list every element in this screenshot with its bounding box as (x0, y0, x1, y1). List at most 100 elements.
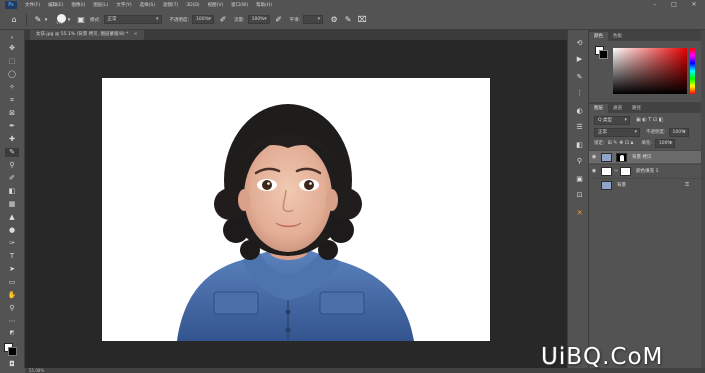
actions-panel-icon[interactable]: ▶ (574, 54, 585, 64)
airbrush-icon[interactable]: ✐ (274, 15, 284, 24)
symmetry-icon[interactable]: ⌧ (357, 15, 367, 24)
default-colors-icon[interactable]: ◩ (5, 329, 19, 338)
home-icon[interactable]: ⌂ (8, 15, 20, 24)
layer-filter-dropdown[interactable]: Q 类型 (594, 115, 630, 125)
tab-swatches[interactable]: 色板 (608, 32, 627, 41)
brushes-panel-icon[interactable]: ⋮ (574, 88, 585, 98)
document-tab[interactable]: 女孩.jpg @ 55.1% (背景 拷贝, 图层蒙版/8) * × (30, 30, 144, 40)
type-tool-icon[interactable]: T (5, 252, 19, 261)
pressure-opacity-icon[interactable]: ✐ (218, 15, 228, 24)
menu-file[interactable]: 文件(F) (21, 2, 44, 8)
canvas-area[interactable] (25, 40, 567, 368)
smoothing-label: 平滑: (289, 17, 301, 23)
layer-mask-thumbnail[interactable] (616, 152, 627, 162)
zoom-level[interactable]: 55.08% (29, 368, 44, 373)
mode-dropdown[interactable]: 正常 (103, 15, 162, 24)
tab-paths[interactable]: 路径 (627, 104, 646, 113)
zoom-tool-icon[interactable]: ⚲ (5, 304, 19, 313)
rectangle-tool-icon[interactable]: ▭ (5, 278, 19, 287)
layer-opacity-input[interactable]: 100% (668, 127, 689, 137)
link-icon[interactable]: ∞ (614, 168, 618, 174)
tab-layers[interactable]: 图层 (589, 104, 608, 113)
tab-color[interactable]: 颜色 (589, 32, 608, 41)
hand-tool-icon[interactable]: ✋ (5, 291, 19, 300)
menu-bar: Ps 文件(F) 编辑(E) 图像(I) 图层(L) 文字(Y) 选择(S) 滤… (0, 0, 705, 10)
adjustments-panel-icon[interactable]: ◐ (574, 106, 585, 116)
gear-icon[interactable]: ⚙ (329, 15, 339, 24)
eye-icon[interactable]: ◉ (589, 168, 599, 174)
clone-stamp-tool-icon[interactable]: ⚲ (5, 161, 19, 170)
layer-row[interactable]: 背景 ⚿ (589, 178, 705, 191)
menu-image[interactable]: 图像(I) (67, 2, 89, 8)
styles-panel-icon[interactable]: ◧ (574, 140, 585, 150)
filter-icons[interactable]: ▣ ◐ T ⊡ ◧ (636, 117, 663, 123)
eyedropper-tool-icon[interactable]: ✒ (5, 122, 19, 131)
blend-mode-dropdown[interactable]: 正常 (594, 127, 640, 137)
healing-brush-tool-icon[interactable]: ✚ (5, 135, 19, 144)
brush-tool-icon[interactable]: ✎ (5, 148, 19, 157)
menu-window[interactable]: 窗口(W) (227, 2, 252, 8)
menu-filter[interactable]: 滤镜(T) (159, 2, 182, 8)
document-canvas[interactable] (102, 78, 490, 341)
fill-input[interactable]: 100% (654, 138, 675, 148)
photoshop-logo: Ps (5, 1, 17, 9)
minimize-button[interactable]: – (646, 0, 664, 10)
panel-background-swatch[interactable] (599, 50, 608, 59)
marquee-tool-icon[interactable]: ⬚ (5, 57, 19, 66)
layer-mask-thumbnail[interactable] (620, 166, 632, 176)
brush-settings-icon[interactable]: ✎ (574, 72, 585, 82)
history-panel-icon[interactable]: ⟲ (574, 38, 585, 48)
menu-3d[interactable]: 3D(D) (182, 3, 203, 8)
chevron-down-icon[interactable]: ▾ (66, 16, 72, 24)
lasso-tool-icon[interactable]: ◯ (5, 70, 19, 79)
brush-tool-icon[interactable]: ✎ (33, 15, 43, 24)
maximize-button[interactable]: □ (665, 0, 683, 10)
layer-row[interactable]: ◉ ∞ 颜色填充 1 (589, 164, 705, 177)
hue-slider[interactable] (690, 48, 695, 94)
opacity-input[interactable]: 100% (192, 15, 215, 24)
crop-tool-icon[interactable]: ⌗ (5, 96, 19, 105)
color-picker-field[interactable] (613, 48, 687, 94)
tab-channels[interactable]: 通道 (608, 104, 627, 113)
menu-type[interactable]: 文字(Y) (112, 2, 135, 8)
more-tools-icon[interactable]: ⋯ (5, 317, 19, 326)
eraser-tool-icon[interactable]: ◧ (5, 187, 19, 196)
navigator-panel-icon[interactable]: ⊡ (574, 190, 585, 200)
history-brush-tool-icon[interactable]: ✐ (5, 174, 19, 183)
lock-row: 锁定: ⊞ ✎ ✥ ⊡ 🔒︎ 填充: 100% (589, 138, 705, 148)
eye-icon[interactable]: ◉ (589, 154, 599, 160)
brush-settings-panel-icon[interactable]: ▣ (76, 15, 86, 24)
pressure-size-icon[interactable]: ✎ (343, 15, 353, 24)
menu-view[interactable]: 视图(V) (204, 2, 228, 8)
clone-source-icon[interactable]: ⚲ (574, 156, 585, 166)
tools-panel: » ✥ ⬚ ◯ ✧ ⌗ ⊠ ✒ ✚ ✎ ⚲ ✐ ◧ ▦ ▲ ● ✑ T ➤ ▭ … (0, 30, 25, 368)
menu-layer[interactable]: 图层(L) (89, 2, 112, 8)
lock-icons[interactable]: ⊞ ✎ ✥ ⊡ 🔒︎ (608, 140, 634, 146)
collapse-toolbar-icon[interactable]: » (5, 34, 19, 43)
move-tool-icon[interactable]: ✥ (5, 44, 19, 53)
chevron-down-icon[interactable]: ▾ (43, 16, 49, 24)
dodge-tool-icon[interactable]: ● (5, 226, 19, 235)
path-selection-tool-icon[interactable]: ➤ (5, 265, 19, 274)
blur-tool-icon[interactable]: ▲ (5, 213, 19, 222)
quick-select-tool-icon[interactable]: ✧ (5, 83, 19, 92)
background-color-swatch[interactable] (8, 347, 17, 356)
smoothing-input[interactable] (303, 15, 324, 24)
menu-edit[interactable]: 编辑(E) (44, 2, 67, 8)
gradient-tool-icon[interactable]: ▦ (5, 200, 19, 209)
properties-panel-icon[interactable]: ☰ (574, 122, 585, 132)
close-window-button[interactable]: ✕ (685, 0, 703, 10)
options-bar: ⌂ ✎ ▾ ▾ ▣ 模式: 正常 不透明度: 100% ✐ 流量: 100% ✐… (0, 10, 705, 30)
panel-scrollbar[interactable] (701, 30, 705, 368)
opacity-control: 不透明度: 100% (170, 15, 215, 24)
frame-tool-icon[interactable]: ⊠ (5, 109, 19, 118)
pen-tool-icon[interactable]: ✑ (5, 239, 19, 248)
menu-help[interactable]: 帮助(H) (252, 2, 276, 8)
close-tab-icon[interactable]: × (134, 32, 138, 37)
quick-mask-icon[interactable]: ◘ (5, 360, 19, 369)
libraries-panel-icon[interactable]: ▣ (574, 174, 585, 184)
flow-input[interactable]: 100% (247, 15, 270, 24)
paths-panel-icon[interactable]: ✕ (574, 208, 585, 218)
layer-row[interactable]: ◉ 背景 拷贝 (589, 150, 705, 163)
menu-select[interactable]: 选择(S) (136, 2, 159, 8)
